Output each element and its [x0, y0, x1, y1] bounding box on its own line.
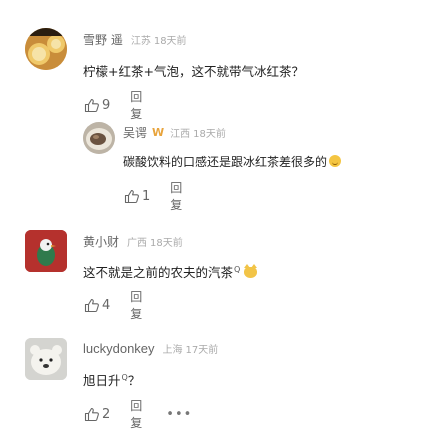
comment-actions: 1 回复 [124, 179, 182, 213]
comment-text-content: 碳酸饮料的口感还是跟冰红茶差很多的 [123, 155, 328, 169]
avatar[interactable] [83, 122, 115, 154]
like-button[interactable]: 9 [84, 98, 110, 113]
user-name[interactable]: 吴谔 [123, 124, 147, 141]
comment-meta: 黄小财 广西 18天前 [83, 233, 183, 250]
smile-emoji-icon [329, 155, 342, 167]
user-name[interactable]: luckydonkey [83, 341, 155, 356]
comment-actions: 4 回复 [84, 288, 142, 322]
avatar[interactable] [25, 28, 67, 70]
user-location: 江苏 [130, 36, 151, 47]
reply-button[interactable]: 回复 [170, 179, 182, 213]
avatar[interactable] [25, 338, 67, 380]
comment-actions: 2 回复 ••• [84, 397, 192, 431]
like-count: 1 [142, 188, 151, 204]
user-name[interactable]: 雪野 遥 [83, 31, 123, 48]
reply-button[interactable]: 回复 [130, 397, 142, 431]
comment-text: 柠檬+红茶+气泡，这不就带气冰红茶？ [83, 64, 304, 79]
thumbs-up-icon [84, 98, 99, 112]
reply-button[interactable]: 回复 [130, 88, 142, 122]
bird-avatar-image [25, 230, 67, 272]
polar-bear-avatar-image [25, 338, 67, 380]
verified-badge-icon: W [152, 126, 165, 139]
search-link-superscript[interactable]: Q [234, 265, 240, 274]
thumbs-up-icon [84, 407, 99, 421]
comment-meta: 雪野 遥 江苏 18天前 [83, 31, 187, 48]
like-count: 4 [102, 297, 111, 313]
comment-time: 18天前 [193, 129, 226, 140]
reply-button[interactable]: 回复 [130, 288, 142, 322]
comment-text-content: 旭日升 [83, 373, 121, 388]
user-location: 江西 [170, 129, 191, 140]
comment-meta: luckydonkey 上海 17天前 [83, 341, 218, 356]
user-location: 广西 [127, 238, 148, 249]
comment-text: 碳酸饮料的口感还是跟冰红茶差很多的 [123, 153, 342, 170]
like-button[interactable]: 4 [84, 298, 110, 313]
comment-text: 旭日升Q？ [83, 370, 140, 389]
comment-time: 18天前 [153, 36, 187, 47]
thumbs-up-icon [124, 189, 139, 203]
like-count: 2 [102, 406, 111, 422]
user-location: 上海 [162, 345, 183, 356]
thumbs-up-icon [84, 298, 99, 312]
like-count: 9 [102, 97, 111, 113]
comment-time: 18天前 [150, 238, 183, 249]
comment-text-suffix: ？ [127, 373, 141, 388]
comment-actions: 9 回复 [84, 88, 142, 122]
user-name[interactable]: 黄小财 [83, 233, 119, 250]
lemon-tea-avatar-image [25, 28, 67, 70]
like-button[interactable]: 1 [124, 189, 150, 204]
like-button[interactable]: 2 [84, 407, 110, 422]
cat-emoji-icon [244, 264, 258, 278]
comment-meta: 吴谔 W 江西 18天前 [123, 124, 226, 141]
comment-time: 17天前 [185, 345, 219, 356]
comment-text: 这不就是之前的农夫的汽茶Q [83, 262, 258, 281]
dish-avatar-image [83, 122, 115, 154]
avatar[interactable] [25, 230, 67, 272]
comment-text-content: 这不就是之前的农夫的汽茶 [83, 265, 234, 280]
more-dots-icon[interactable]: ••• [166, 407, 192, 422]
